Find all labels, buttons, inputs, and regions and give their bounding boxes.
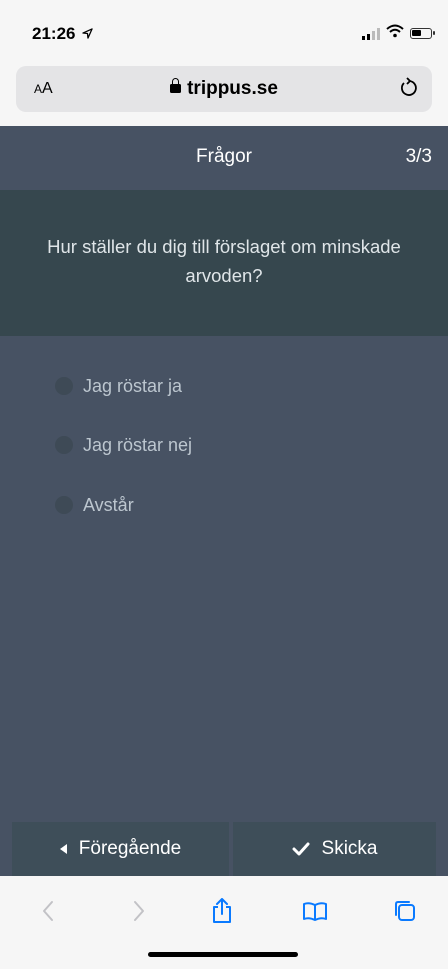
forward-icon[interactable] (124, 896, 154, 926)
tabs-icon[interactable] (390, 896, 420, 926)
app-header: Frågor 3/3 (0, 126, 448, 190)
option-no[interactable]: Jag röstar nej (55, 431, 192, 459)
submit-label: Skicka (321, 838, 378, 859)
submit-button[interactable]: Skicka (233, 822, 436, 876)
radio-button[interactable] (55, 436, 73, 454)
location-arrow-icon (82, 27, 93, 42)
caret-left-icon (59, 844, 67, 854)
back-icon[interactable] (33, 896, 63, 926)
status-icons (362, 24, 435, 43)
home-indicator (148, 952, 298, 957)
url-text: trippus.se (187, 78, 278, 99)
cellular-signal-icon (362, 27, 380, 40)
check-icon (292, 842, 310, 856)
battery-icon (410, 28, 435, 39)
share-icon[interactable] (207, 896, 237, 926)
option-label: Avstår (83, 494, 134, 515)
option-abstain[interactable]: Avstår (55, 491, 134, 519)
option-label: Jag röstar nej (83, 434, 193, 455)
reload-icon[interactable] (400, 77, 418, 103)
option-yes[interactable]: Jag röstar ja (55, 372, 182, 400)
status-time-text: 21:26 (32, 24, 76, 43)
previous-button[interactable]: Föregående (12, 822, 229, 876)
previous-label: Föregående (78, 838, 182, 859)
wifi-icon (386, 24, 404, 43)
question-panel: Hur ställer du dig till förslaget om min… (0, 190, 448, 336)
status-time: 21:26 (32, 24, 93, 44)
status-bar: 21:26 (0, 0, 448, 62)
address-bar[interactable]: AA trippus.se (16, 66, 432, 112)
url-display[interactable]: trippus.se (16, 78, 432, 100)
question-text: Hur ställer du dig till förslaget om min… (47, 236, 401, 286)
bookmarks-icon[interactable] (300, 896, 330, 926)
footer-actions: Föregående Skicka (0, 820, 448, 876)
option-label: Jag röstar ja (83, 375, 183, 396)
answer-options: Jag röstar ja Jag röstar nej Avstår (0, 336, 448, 820)
radio-button[interactable] (55, 496, 73, 514)
page-title: Frågor (196, 146, 252, 167)
radio-button[interactable] (55, 377, 73, 395)
question-counter: 3/3 (405, 146, 432, 167)
lock-icon (170, 78, 182, 93)
